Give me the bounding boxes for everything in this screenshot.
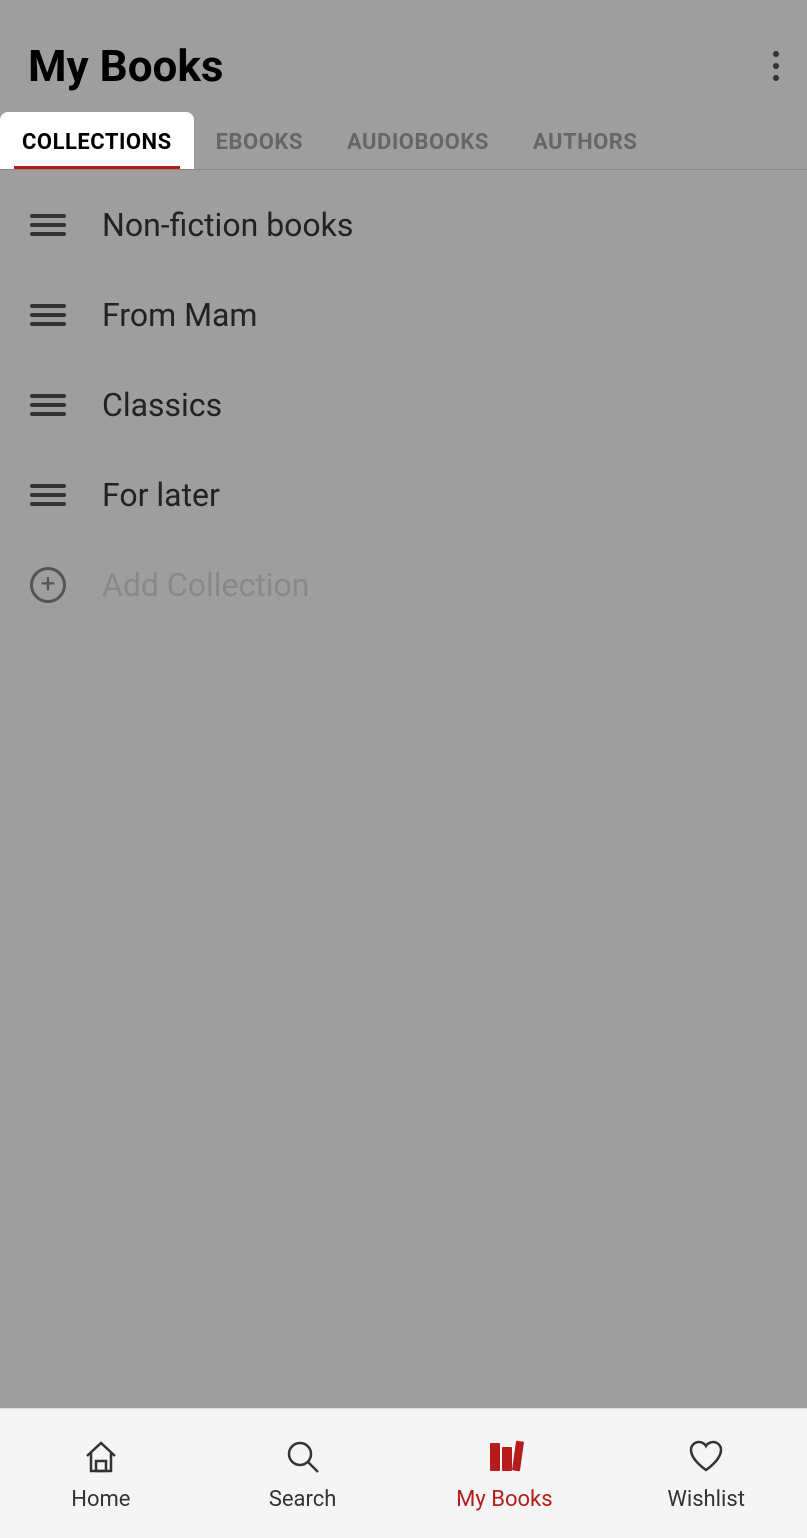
nav-item-search[interactable]: Search xyxy=(202,1435,404,1512)
list-lines-icon xyxy=(30,304,66,326)
nav-label-home: Home xyxy=(71,1487,130,1512)
nav-label-search: Search xyxy=(269,1487,337,1512)
tab-collections[interactable]: COLLECTIONS xyxy=(0,112,194,169)
list-lines-icon xyxy=(30,214,66,236)
list-lines-icon xyxy=(30,484,66,506)
nav-label-wishlist: Wishlist xyxy=(667,1487,745,1512)
nav-item-mybooks[interactable]: My Books xyxy=(404,1435,606,1512)
tab-ebooks[interactable]: EBOOKS xyxy=(194,112,325,169)
nav-label-mybooks: My Books xyxy=(456,1487,552,1512)
collection-name: Classics xyxy=(102,386,222,424)
heart-icon xyxy=(684,1435,728,1479)
add-collection-button[interactable]: Add Collection xyxy=(0,540,807,630)
home-icon xyxy=(79,1435,123,1479)
tabs-bar: COLLECTIONS EBOOKS AUDIOBOOKS AUTHORS xyxy=(0,112,807,170)
header: My Books xyxy=(0,0,807,112)
nav-item-home[interactable]: Home xyxy=(0,1435,202,1512)
collection-name: Non-fiction books xyxy=(102,206,353,244)
list-item[interactable]: Non-fiction books xyxy=(0,180,807,270)
tab-audiobooks[interactable]: AUDIOBOOKS xyxy=(325,112,511,169)
tab-authors[interactable]: AUTHORS xyxy=(511,112,660,169)
nav-item-wishlist[interactable]: Wishlist xyxy=(605,1435,807,1512)
list-item[interactable]: For later xyxy=(0,450,807,540)
search-icon xyxy=(281,1435,325,1479)
add-collection-label: Add Collection xyxy=(102,566,309,604)
list-item[interactable]: Classics xyxy=(0,360,807,450)
add-circle-icon xyxy=(30,567,66,603)
mybooks-icon xyxy=(482,1435,526,1479)
collections-list: Non-fiction books From Mam Classics For … xyxy=(0,170,807,640)
more-options-button[interactable] xyxy=(773,51,779,81)
bottom-nav: Home Search My Books Wishlist xyxy=(0,1408,807,1538)
list-item[interactable]: From Mam xyxy=(0,270,807,360)
list-lines-icon xyxy=(30,394,66,416)
collection-name: For later xyxy=(102,476,220,514)
page-title: My Books xyxy=(28,40,223,92)
collection-name: From Mam xyxy=(102,296,257,334)
